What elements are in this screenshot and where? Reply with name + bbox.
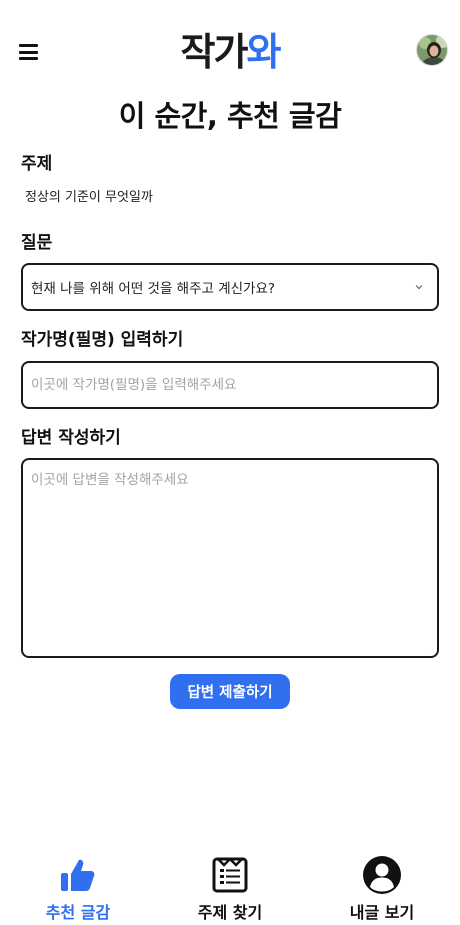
- page-title: 이 순간, 추천 글감: [118, 99, 342, 133]
- logo-text-main: 작가: [180, 30, 249, 74]
- topic-value: 정상의 기준이 무엇일까: [25, 190, 153, 205]
- bottom-nav: 추천 글감 주제 찾기 내글 보기: [0, 848, 460, 925]
- user-circle-icon: [363, 856, 401, 894]
- thumbs-up-icon: [61, 859, 95, 891]
- answer-textarea[interactable]: [21, 458, 439, 658]
- author-name-input[interactable]: [21, 361, 439, 409]
- nav-label-recommend: 추천 글감: [45, 903, 111, 922]
- question-label: 질문: [21, 233, 53, 253]
- user-avatar[interactable]: [416, 34, 448, 66]
- answer-label: 답변 작성하기: [21, 428, 121, 448]
- document-list-icon: [212, 857, 248, 893]
- question-select[interactable]: 현재 나를 위해 어떤 것을 해주고 계신가요?: [21, 263, 439, 311]
- nav-item-my-posts[interactable]: 내글 보기: [312, 848, 452, 925]
- app-header: 작가와: [0, 0, 460, 100]
- author-label: 작가명(필명) 입력하기: [21, 330, 184, 350]
- topic-label: 주제: [21, 154, 53, 174]
- nav-label-my-posts: 내글 보기: [349, 903, 415, 922]
- nav-label-find-topic: 주제 찾기: [197, 903, 263, 922]
- chevron-down-icon: [415, 285, 423, 290]
- logo-text-accent: 와: [246, 30, 281, 74]
- nav-item-find-topic[interactable]: 주제 찾기: [160, 848, 300, 925]
- submit-answer-button[interactable]: 답변 제출하기: [170, 674, 290, 709]
- app-logo[interactable]: 작가와: [0, 28, 460, 76]
- nav-item-recommend[interactable]: 추천 글감: [8, 848, 148, 925]
- question-selected-value: 현재 나를 위해 어떤 것을 해주고 계신가요?: [31, 281, 276, 297]
